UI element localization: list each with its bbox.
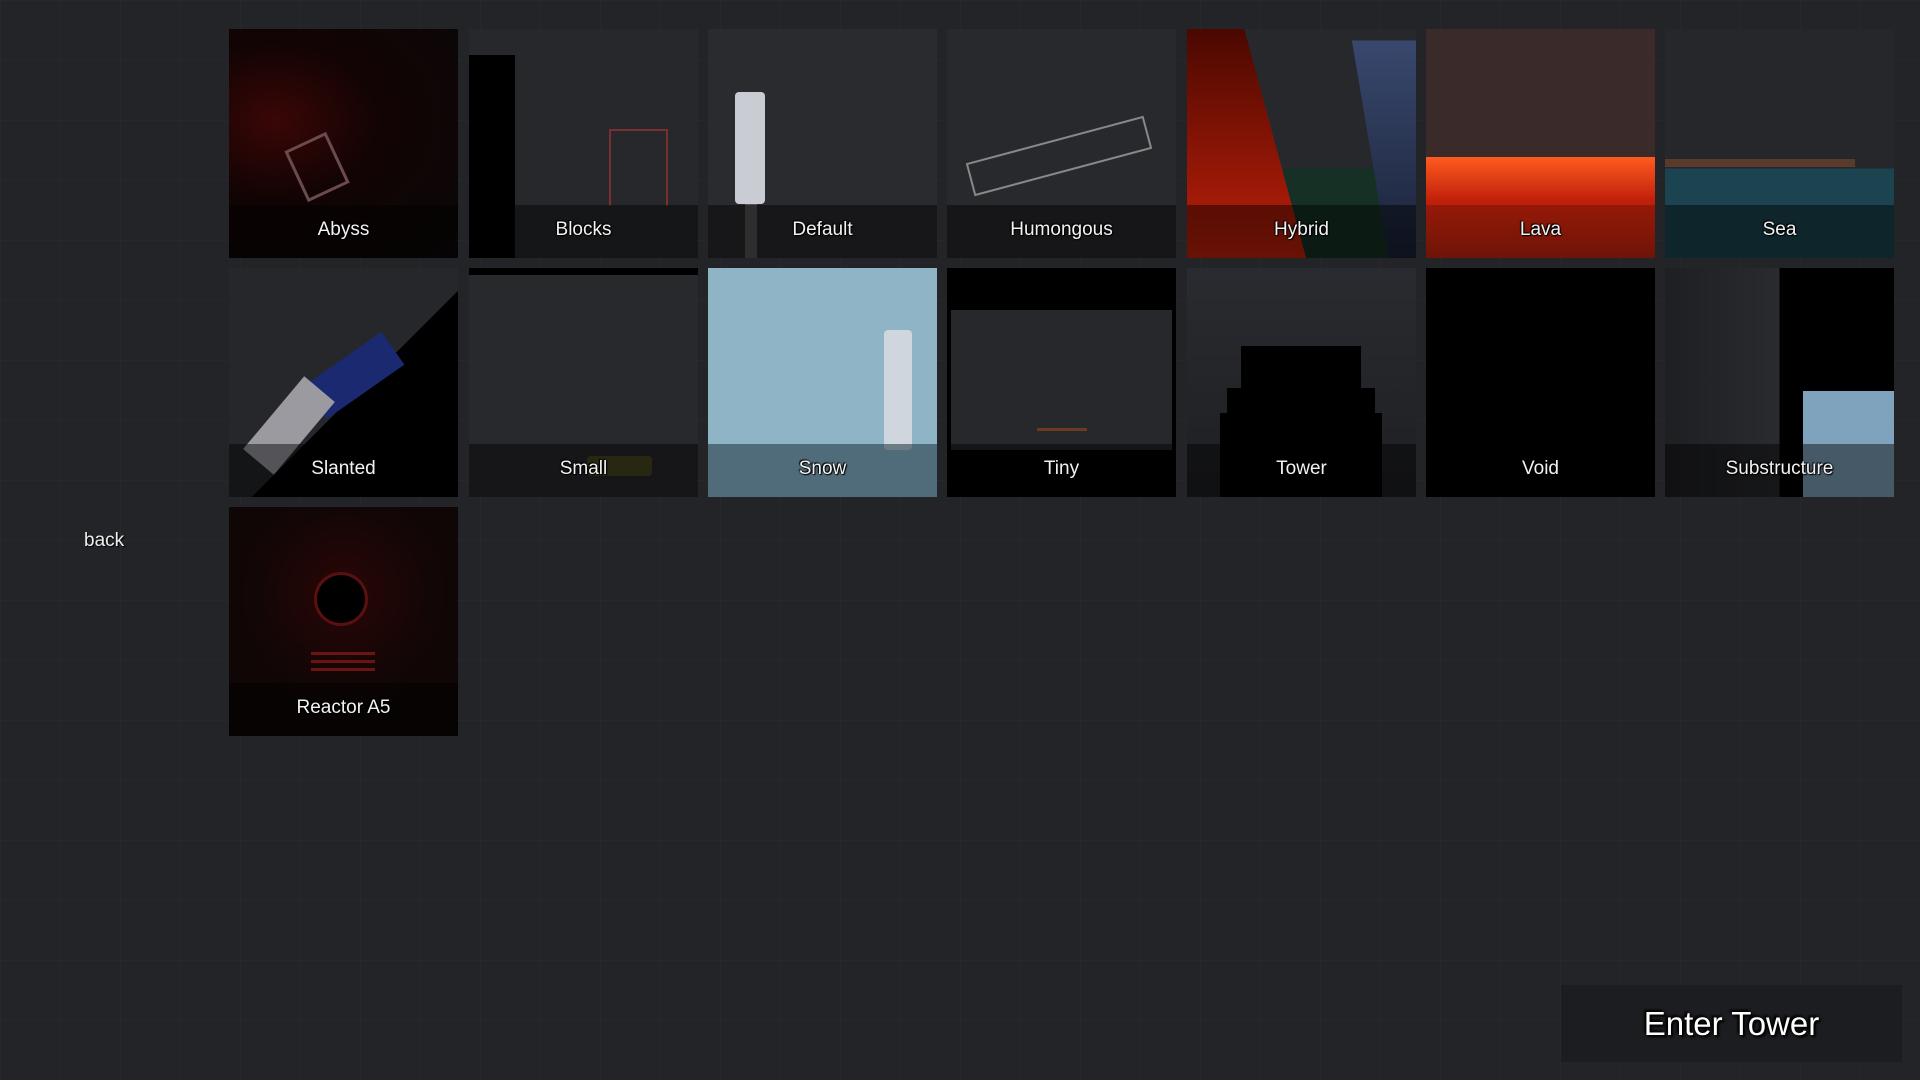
map-label: Humongous — [1010, 219, 1113, 240]
tower-structure — [609, 129, 668, 206]
map-tile-blocks[interactable]: Blocks — [469, 29, 698, 258]
back-button[interactable]: back — [84, 530, 124, 552]
map-tile-sea[interactable]: Sea — [1665, 29, 1894, 258]
map-tile-reactor-a5[interactable]: Reactor A5 — [229, 507, 458, 736]
map-tile-abyss[interactable]: Abyss — [229, 29, 458, 258]
map-tile-humongous[interactable]: Humongous — [947, 29, 1176, 258]
ragdoll-figure — [884, 330, 912, 450]
map-label: Sea — [1762, 219, 1797, 240]
map-label: Tower — [1276, 458, 1327, 479]
table — [1037, 428, 1087, 431]
map-tile-hybrid[interactable]: Hybrid — [1187, 29, 1416, 258]
map-tile-slanted[interactable]: Slanted — [229, 268, 458, 497]
enter-map-button[interactable]: Enter Tower — [1561, 985, 1902, 1062]
reactor-core — [317, 575, 365, 623]
map-label: Substructure — [1725, 458, 1834, 479]
map-tile-void[interactable]: Void — [1426, 268, 1655, 497]
map-tile-tower[interactable]: Tower — [1187, 268, 1416, 497]
map-tile-tiny[interactable]: Tiny — [947, 268, 1176, 497]
map-label: Snow — [798, 458, 847, 479]
map-tile-small[interactable]: Small — [469, 268, 698, 497]
map-label: Reactor A5 — [296, 697, 391, 718]
map-tile-lava[interactable]: Lava — [1426, 29, 1655, 258]
map-label: Slanted — [311, 458, 376, 479]
ragdoll-figure — [735, 92, 765, 204]
map-label: Abyss — [317, 219, 370, 240]
map-label: Tiny — [1043, 458, 1080, 479]
reactor-vents — [311, 652, 375, 655]
ship-deck — [1665, 159, 1855, 167]
map-tile-snow[interactable]: Snow — [708, 268, 937, 497]
map-label: Lava — [1519, 219, 1562, 240]
map-label: Void — [1522, 458, 1559, 479]
map-label: Blocks — [555, 219, 612, 240]
map-label: Default — [792, 219, 853, 240]
map-label: Small — [559, 458, 608, 479]
map-tile-substructure[interactable]: Substructure — [1665, 268, 1894, 497]
map-label: Hybrid — [1274, 219, 1329, 240]
map-tile-default[interactable]: Default — [708, 29, 937, 258]
